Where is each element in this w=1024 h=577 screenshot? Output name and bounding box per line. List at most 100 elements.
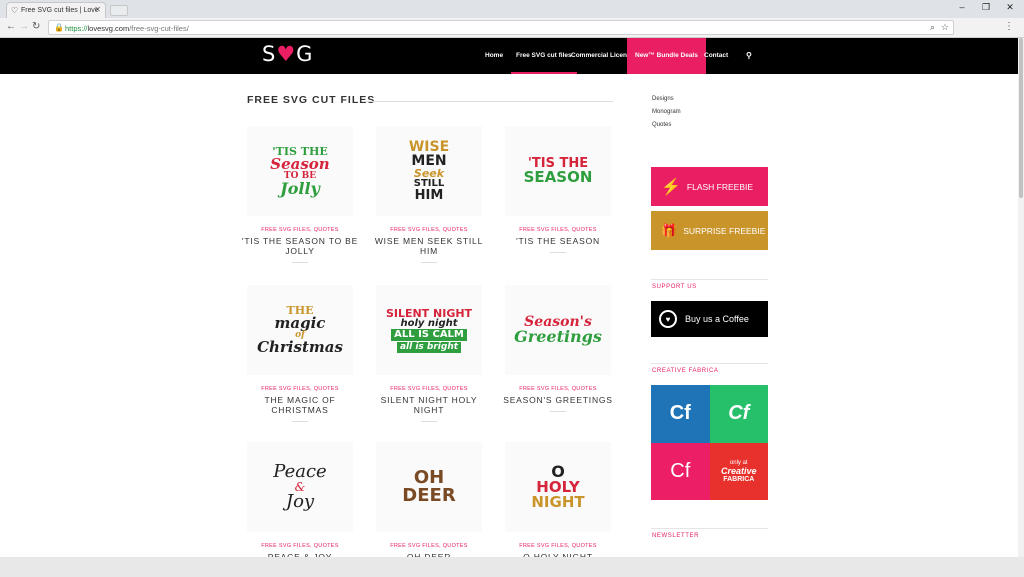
url-protocol: https://	[65, 24, 88, 33]
product-title[interactable]: THE MAGIC OF CHRISTMAS	[240, 395, 360, 415]
product-card[interactable]: THE magic of Christmas FREE SVG FILES, Q…	[240, 285, 360, 422]
art-line: MEN	[411, 153, 447, 169]
card-divider	[421, 262, 437, 263]
product-image[interactable]: THE magic of Christmas	[247, 285, 353, 375]
product-categories[interactable]: FREE SVG FILES, QUOTES	[369, 543, 489, 549]
card-divider	[550, 411, 566, 412]
product-card[interactable]: Season's Greetings FREE SVG FILES, QUOTE…	[498, 285, 618, 412]
new-tab-button[interactable]	[110, 5, 128, 16]
close-tab-icon[interactable]: ✕	[94, 5, 101, 14]
back-icon[interactable]: ←	[6, 21, 16, 32]
product-title[interactable]: WISE MEN SEEK STILL HIM	[369, 236, 489, 256]
product-image[interactable]: SILENT NIGHT holy night ALL IS CALM all …	[376, 285, 482, 375]
art-line: ALL IS CALM	[391, 328, 467, 341]
card-divider	[550, 252, 566, 253]
lock-icon: 🔒	[54, 23, 64, 32]
art-line: SILENT NIGHT	[385, 306, 473, 320]
buy-coffee-button[interactable]: ♥ Buy us a Coffee	[651, 301, 768, 337]
product-image[interactable]: WISE MEN Seek STILL HIM	[376, 126, 482, 216]
cf-tile: only at Creative FABRICA	[709, 442, 768, 500]
reload-icon[interactable]: ↻	[32, 21, 40, 32]
bookmark-star-icon[interactable]: ☆	[941, 22, 949, 33]
product-categories[interactable]: FREE SVG FILES, QUOTES	[498, 386, 618, 392]
url-path: /free-svg-cut-files/	[129, 24, 189, 33]
product-card[interactable]: Peace & Joy FREE SVG FILES, QUOTES PEACE…	[240, 442, 360, 562]
cf-tile: Cf	[651, 385, 710, 443]
sidebar-link-designs[interactable]: Designs	[652, 96, 674, 102]
art-line: HIM	[414, 188, 444, 203]
product-title[interactable]: 'TIS THE SEASON TO BE JOLLY	[240, 236, 360, 256]
creative-fabrica-banner[interactable]: Cf Cf Cf only at Creative FABRICA	[651, 385, 768, 500]
product-categories[interactable]: FREE SVG FILES, QUOTES	[240, 386, 360, 392]
product-categories[interactable]: FREE SVG FILES, QUOTES	[240, 227, 360, 233]
cf-tile: Cf	[651, 442, 710, 500]
art-line: Christmas	[257, 338, 343, 356]
nav-contact[interactable]: Contact	[704, 38, 728, 74]
surprise-freebie-button[interactable]: 🎁 SURPRISE FREEBIE	[651, 211, 768, 250]
card-divider	[292, 262, 308, 263]
address-toolbar: ← → ↻ 🔒 https://lovesvg.com/free-svg-cut…	[0, 18, 1024, 38]
product-image[interactable]: O HOLY NIGHT	[505, 442, 611, 532]
nav-home[interactable]: Home	[485, 38, 503, 74]
art-line: Joy	[285, 491, 315, 512]
product-image[interactable]: 'TIS THE SEASON	[505, 126, 611, 216]
cf-tile: Cf	[709, 385, 768, 443]
product-card[interactable]: 'TIS THE SEASON FREE SVG FILES, QUOTES '…	[498, 126, 618, 253]
art-line: DEER	[402, 485, 456, 506]
product-categories[interactable]: FREE SVG FILES, QUOTES	[369, 227, 489, 233]
browser-menu-icon[interactable]: ⋮	[1004, 21, 1014, 32]
product-categories[interactable]: FREE SVG FILES, QUOTES	[498, 227, 618, 233]
page-title: FREE SVG CUT FILES	[247, 94, 376, 106]
product-categories[interactable]: FREE SVG FILES, QUOTES	[240, 543, 360, 549]
product-image[interactable]: OH DEER	[376, 442, 482, 532]
zoom-icon[interactable]: ⌕	[930, 22, 935, 33]
nav-commercial-license[interactable]: Commercial License	[571, 38, 634, 74]
newsletter-heading: NEWSLETTER	[652, 533, 700, 539]
site-logo[interactable]: S♥G	[262, 42, 313, 66]
surprise-freebie-label: SURPRISE FREEBIE	[683, 225, 766, 236]
scrollbar-thumb[interactable]	[1019, 38, 1023, 198]
art-line: Jolly	[280, 178, 320, 198]
url-input[interactable]: 🔒 https://lovesvg.com/free-svg-cut-files…	[48, 20, 954, 35]
creative-fabrica-heading: CREATIVE FABRICA	[652, 368, 719, 374]
product-title[interactable]: SILENT NIGHT HOLY NIGHT	[369, 395, 489, 415]
logo-heart-icon: ♥	[276, 42, 297, 66]
search-icon[interactable]: ⚲	[746, 38, 752, 74]
browser-tab[interactable]: ♡ Free SVG cut files | Love ✕	[6, 2, 106, 18]
sidebar-link-quotes[interactable]: Quotes	[652, 122, 671, 128]
nav-bundle-deals[interactable]: New™ Bundle Deals	[627, 38, 706, 74]
product-card[interactable]: OH DEER FREE SVG FILES, QUOTES OH DEER	[369, 442, 489, 562]
forward-icon[interactable]: →	[19, 21, 29, 32]
nav-free-svg-cut-files[interactable]: Free SVG cut files	[511, 38, 577, 74]
restore-icon[interactable]: ❐	[976, 2, 996, 13]
product-card[interactable]: SILENT NIGHT holy night ALL IS CALM all …	[369, 285, 489, 422]
product-image[interactable]: 'TIS THE Season TO BE Jolly	[247, 126, 353, 216]
product-image[interactable]: Peace & Joy	[247, 442, 353, 532]
art-line: SEASON	[523, 168, 593, 186]
sidebar-divider	[651, 279, 768, 280]
product-title[interactable]: 'TIS THE SEASON	[498, 236, 618, 246]
art-line: Season	[270, 154, 330, 173]
flash-freebie-button[interactable]: ⚡ FLASH FREEBIE	[651, 167, 768, 206]
sidebar-divider	[651, 363, 768, 364]
product-image[interactable]: Season's Greetings	[505, 285, 611, 375]
coffee-heart-icon: ♥	[659, 310, 677, 328]
product-categories[interactable]: FREE SVG FILES, QUOTES	[498, 543, 618, 549]
lightning-icon: ⚡	[661, 178, 681, 196]
close-window-icon[interactable]: ✕	[1000, 2, 1020, 13]
support-heading: SUPPORT US	[652, 284, 697, 290]
card-divider	[421, 421, 437, 422]
tab-title: Free SVG cut files | Love	[21, 7, 99, 14]
sidebar-link-monogram[interactable]: Monogram	[652, 109, 681, 115]
url-domain: lovesvg.com	[87, 24, 130, 33]
browser-tab-bar: ♡ Free SVG cut files | Love ✕ – ❐ ✕	[0, 0, 1024, 18]
product-title[interactable]: SEASON'S GREETINGS	[498, 395, 618, 405]
product-categories[interactable]: FREE SVG FILES, QUOTES	[369, 386, 489, 392]
minimize-icon[interactable]: –	[952, 2, 972, 12]
page-scrollbar[interactable]	[1018, 38, 1024, 557]
product-card[interactable]: 'TIS THE Season TO BE Jolly FREE SVG FIL…	[240, 126, 360, 263]
product-card[interactable]: WISE MEN Seek STILL HIM FREE SVG FILES, …	[369, 126, 489, 263]
card-divider	[292, 421, 308, 422]
product-card[interactable]: O HOLY NIGHT FREE SVG FILES, QUOTES O HO…	[498, 442, 618, 562]
art-line: NIGHT	[531, 493, 585, 511]
